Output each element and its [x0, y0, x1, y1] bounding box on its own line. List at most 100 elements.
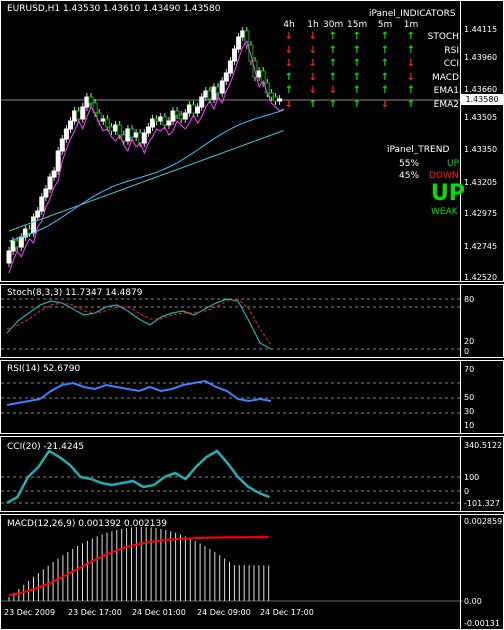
candle-body: [14, 240, 20, 248]
arrow-down-icon: ↓: [328, 85, 338, 96]
candle-body: [174, 110, 180, 116]
cci-svg: [1, 449, 463, 505]
candle-body: [109, 126, 114, 132]
arrow-up-icon: ↑: [380, 31, 390, 42]
arrow-down-icon: ↓: [308, 58, 318, 69]
rsi-tick: 50: [464, 393, 475, 402]
price-tick: 1.43960: [464, 53, 498, 62]
rsi-line: [6, 379, 272, 406]
candle-body: [162, 116, 168, 126]
timeframe-header: 1m: [403, 20, 419, 30]
candle-body: [113, 124, 119, 132]
candle-body: [232, 48, 237, 62]
timeframe-header: 1h: [307, 20, 319, 30]
candle-body: [133, 132, 139, 138]
trend-up-pct: 55%: [399, 159, 420, 169]
arrow-up-icon: ↑: [380, 58, 390, 69]
candle-body: [240, 30, 246, 38]
macd-axis: 0.002859 0.00 -0.00131: [460, 515, 503, 629]
price-tick: 1.43505: [464, 113, 498, 122]
indicator-name: EMA1: [433, 86, 459, 96]
time-label: 24 Dec 09:00: [197, 608, 251, 617]
candle-body: [178, 114, 184, 120]
timeframe-header: 15m: [347, 20, 368, 30]
candle-body: [84, 96, 90, 108]
arrow-up-icon: ↑: [380, 71, 390, 83]
trend-down-pct: 45%: [399, 171, 420, 181]
candle-body: [236, 36, 242, 50]
candle-body: [18, 236, 24, 248]
arrow-up-icon: ↑: [406, 98, 416, 110]
arrow-up-icon: ↑: [328, 58, 338, 69]
current-price-tag: 1.43580: [461, 94, 503, 105]
trend-down-label: DOWN: [429, 171, 459, 181]
candle-body: [88, 96, 94, 104]
rsi-svg: [1, 379, 463, 414]
stoch-pane[interactable]: Stoch(8,3,3) 11.7347 14.4879 80 20 0: [0, 284, 504, 358]
candle-body: [215, 86, 221, 94]
candle-body: [154, 118, 160, 122]
arrow-down-icon: ↓: [406, 71, 416, 83]
trend-up-label: UP: [447, 159, 460, 169]
cci-axis: 340.5122 100 0 -101.327: [460, 437, 503, 511]
time-axis: 23 Dec 2009 23 Dec 17:00 24 Dec 01:00 24…: [0, 606, 462, 620]
candle-body: [145, 126, 151, 134]
cci-tick: -101.327: [464, 499, 500, 508]
ipanel-indicators-title: iPanel_INDICATORS: [369, 9, 456, 19]
candle-body: [256, 70, 262, 78]
candle-body: [31, 216, 37, 234]
stoch-tick: 20: [464, 337, 475, 346]
arrow-down-icon: ↓: [308, 31, 318, 42]
stoch-tick: 0: [464, 347, 470, 356]
arrow-up-icon: ↑: [328, 98, 338, 110]
timeframe-header: 5m: [377, 20, 393, 30]
cci-pane[interactable]: CCI(20) -21.4245 340.5122 100 0 -101.327: [0, 436, 504, 512]
price-chart-pane[interactable]: EURUSD,H1 1.43530 1.43610 1.43490 1.4358…: [0, 0, 504, 282]
candle-body: [100, 118, 106, 122]
arrow-up-icon: ↑: [380, 44, 390, 56]
price-tick: 1.44115: [464, 25, 498, 34]
cci-tick: 340.5122: [464, 441, 503, 450]
candle-body: [158, 116, 164, 122]
arrow-up-icon: ↑: [352, 58, 362, 69]
arrow-up-icon: ↑: [406, 44, 416, 56]
indicator-name: CCI: [443, 59, 459, 69]
price-tick: 1.43350: [464, 145, 498, 154]
arrow-up-icon: ↑: [328, 71, 338, 83]
indicator-name: RSI: [444, 45, 459, 56]
cci-tick: 100: [464, 473, 480, 482]
cci-tick: 0: [464, 487, 470, 496]
arrow-up-icon: ↑: [328, 31, 338, 42]
macd-tick: -0.00131: [464, 619, 500, 628]
timeframe-header: 4h: [283, 20, 295, 30]
candle-body: [207, 90, 213, 100]
candle-body: [55, 150, 61, 172]
candle-body: [211, 86, 217, 100]
arrow-down-icon: ↓: [284, 58, 294, 69]
rsi-pane[interactable]: RSI(14) 52.6790 70 50 30 10: [0, 360, 504, 434]
arrow-up-icon: ↑: [352, 31, 362, 42]
arrow-up-icon: ↑: [308, 98, 318, 110]
arrow-up-icon: ↑: [284, 71, 294, 83]
rsi-tick: 70: [464, 365, 475, 374]
candle-body: [117, 124, 123, 136]
candle-body: [137, 132, 143, 144]
price-chart-svg[interactable]: [1, 1, 463, 282]
arrow-up-icon: ↑: [352, 44, 362, 56]
candle-body: [203, 90, 209, 98]
rsi-axis: 70 50 30 10: [460, 361, 503, 433]
candle-body: [199, 96, 205, 108]
price-tick: 1.43660: [464, 85, 498, 94]
candle-body: [191, 104, 196, 114]
timeframe-header: 30m: [323, 20, 344, 30]
candle-body: [76, 110, 82, 120]
candle-body: [182, 112, 188, 120]
arrow-up-icon: ↑: [406, 85, 416, 96]
candle-body: [104, 118, 110, 128]
macd-tick: 0.00: [464, 597, 482, 606]
price-tick: 1.42745: [464, 242, 498, 251]
stoch-axis: 80 20 0: [460, 285, 503, 357]
candle-body: [39, 196, 45, 212]
candle-body: [219, 80, 225, 94]
ipanel-trend-title: iPanel_TREND: [387, 145, 450, 155]
